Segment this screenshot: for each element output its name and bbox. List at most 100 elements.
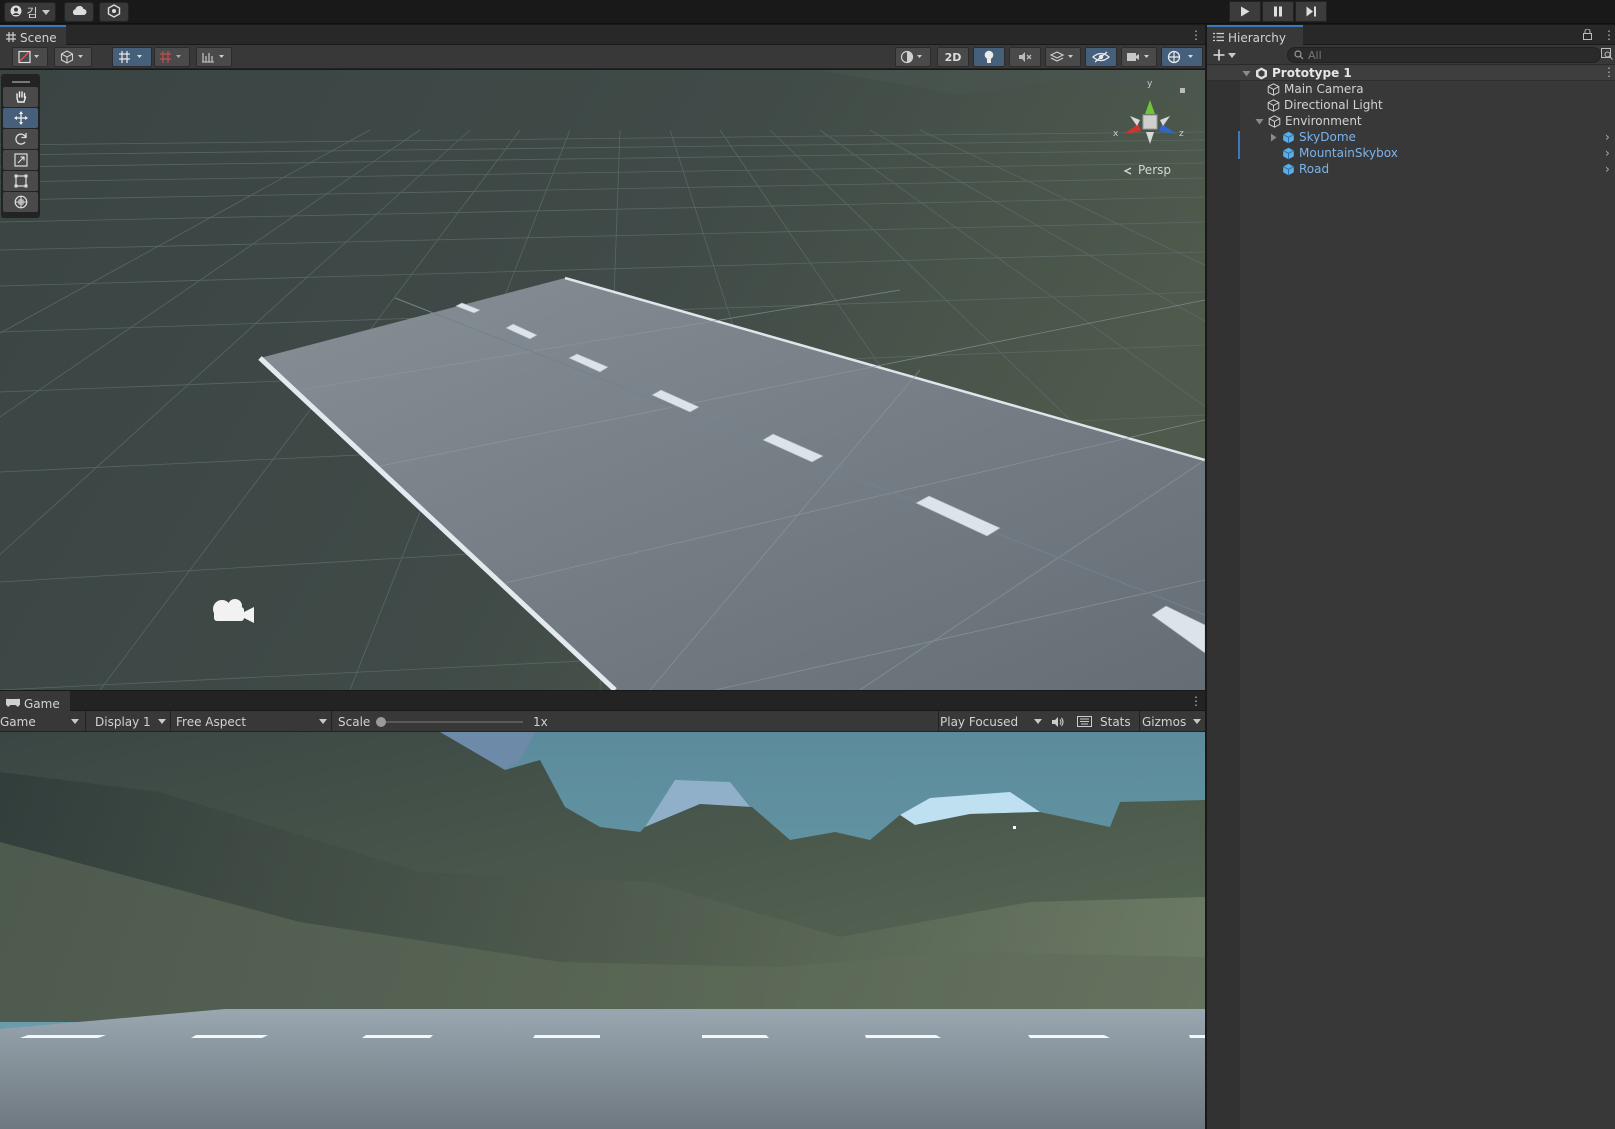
expand-arrow-icon[interactable] [1242,69,1251,78]
collab-button[interactable] [99,2,129,22]
game-menu-icon[interactable]: ⋮ [1190,694,1202,708]
grid-snap-icon [119,51,142,63]
hierarchy-item-label: Road [1299,162,1330,176]
scene-root-row[interactable]: Prototype 1 [1242,65,1352,81]
gizmos-select[interactable]: Gizmos [1139,711,1205,732]
hierarchy-item-road[interactable]: Road [1282,161,1329,177]
mute-icon [1019,52,1032,62]
draw-mode-button[interactable] [12,47,48,67]
gamepad-icon [4,697,22,711]
chevron-down-icon [1228,52,1236,58]
stats-button[interactable]: Stats [1100,711,1136,732]
game-toolbar: Game Display 1 Free Aspect Scale 1x Play… [0,711,1205,732]
prefab-cube-icon [1282,163,1295,175]
scale-icon [13,153,28,167]
aspect-select[interactable]: Free Aspect [176,711,332,732]
chevron-down-icon [71,719,79,724]
rect-tool-button[interactable] [3,171,38,191]
game-viewport[interactable] [0,732,1205,1129]
account-icon [10,5,22,20]
account-dropdown[interactable]: 김 [4,2,56,22]
view-select[interactable]: Game [0,711,86,732]
persp-label[interactable]: Persp [1138,163,1171,177]
hierarchy-item-directional-light[interactable]: Directional Light [1267,97,1383,113]
pause-button[interactable] [1262,1,1294,22]
play-button[interactable] [1229,1,1261,22]
camera-icon [1127,53,1149,61]
account-label: 김 [26,5,38,20]
search-icon [1294,50,1304,60]
search-options-icon[interactable] [1601,48,1613,63]
hand-tool-button[interactable] [3,87,38,107]
hierarchy-item-main-camera[interactable]: Main Camera [1267,81,1364,97]
scene-row-menu-icon[interactable]: ⋮ [1603,65,1615,79]
display-select[interactable]: Display 1 [95,711,171,732]
mute-audio-button[interactable] [1049,711,1067,732]
expand-arrow-icon[interactable] [1255,117,1264,126]
scale-tool-button[interactable] [3,150,38,170]
camera-settings-button[interactable] [1121,47,1157,67]
shading-mode-button[interactable] [54,47,92,67]
keyboard-icon [1076,716,1092,727]
tab-scene-label: Scene [20,30,57,45]
open-prefab-chevron-icon[interactable]: › [1605,146,1610,160]
hierarchy-gutter [1207,65,1240,1129]
transform-tool-button[interactable] [3,192,38,212]
search-field[interactable] [1287,47,1601,63]
scene-visibility-button[interactable] [1085,47,1117,67]
lock-icon[interactable] [1583,28,1592,43]
toggle-2d-button[interactable]: 2D [937,47,969,67]
tab-game[interactable]: Game [0,691,70,712]
tab-hierarchy[interactable]: Hierarchy [1207,25,1303,46]
chevron-down-icon [1193,719,1201,724]
open-prefab-chevron-icon[interactable]: › [1605,162,1610,176]
hierarchy-menu-icon[interactable]: ⋮ [1603,28,1615,42]
increment-snap-icon [160,51,181,63]
scene-root-label: Prototype 1 [1272,66,1352,80]
step-button[interactable] [1295,1,1327,22]
gizmos-toggle-button[interactable] [1161,47,1203,67]
render-mode-button[interactable] [895,47,931,67]
view-select-value: Game [0,714,36,729]
gameobject-icon [1267,98,1280,112]
layers-icon [1050,51,1073,62]
increment-snap-button[interactable] [154,47,190,67]
play-mode-select[interactable]: Play Focused [938,711,1044,732]
cloud-button[interactable] [64,2,94,22]
collab-icon [107,3,121,21]
rotate-tool-button[interactable] [3,129,38,149]
lighting-toggle-button[interactable] [973,47,1005,67]
ruler-button[interactable] [196,47,232,67]
move-tool-button[interactable] [3,108,38,128]
tools-palette [1,74,40,218]
effects-button[interactable] [1045,47,1081,67]
plus-icon [1213,49,1225,61]
search-input[interactable] [1308,48,1588,62]
unity-scene-icon [1256,67,1267,79]
scale-slider-thumb[interactable] [376,717,386,727]
hierarchy-panel: Prototype 1 ⋮ Main Camera Directional Li… [1207,65,1615,1129]
ruler-icon [202,53,224,63]
scale-slider[interactable] [376,717,523,727]
hierarchy-item-mountainskybox[interactable]: MountainSkybox [1282,145,1398,161]
scene-viewport[interactable]: y x z Persp [0,70,1205,690]
grid-snap-button[interactable] [112,47,152,67]
audio-toggle-button[interactable] [1009,47,1041,67]
gameobject-icon [1268,114,1281,128]
collapse-arrow-icon[interactable] [1269,133,1278,142]
tab-scene[interactable]: Scene [0,25,66,46]
draw-mode-icon [18,50,39,64]
chevron-down-icon [158,719,166,724]
create-button[interactable] [1213,47,1239,63]
scene-render [0,70,1205,690]
scale-label: Scale [338,714,371,729]
hierarchy-item-environment[interactable]: Environment [1255,113,1362,129]
shortcuts-button[interactable] [1074,711,1094,732]
open-prefab-chevron-icon[interactable]: › [1605,130,1610,144]
cube-icon [60,50,83,64]
aspect-select-value: Free Aspect [176,714,247,729]
palette-handle[interactable] [3,77,38,87]
hierarchy-item-skydome[interactable]: SkyDome [1269,129,1356,145]
hierarchy-item-label: Environment [1285,114,1362,128]
scene-menu-icon[interactable]: ⋮ [1190,28,1202,42]
